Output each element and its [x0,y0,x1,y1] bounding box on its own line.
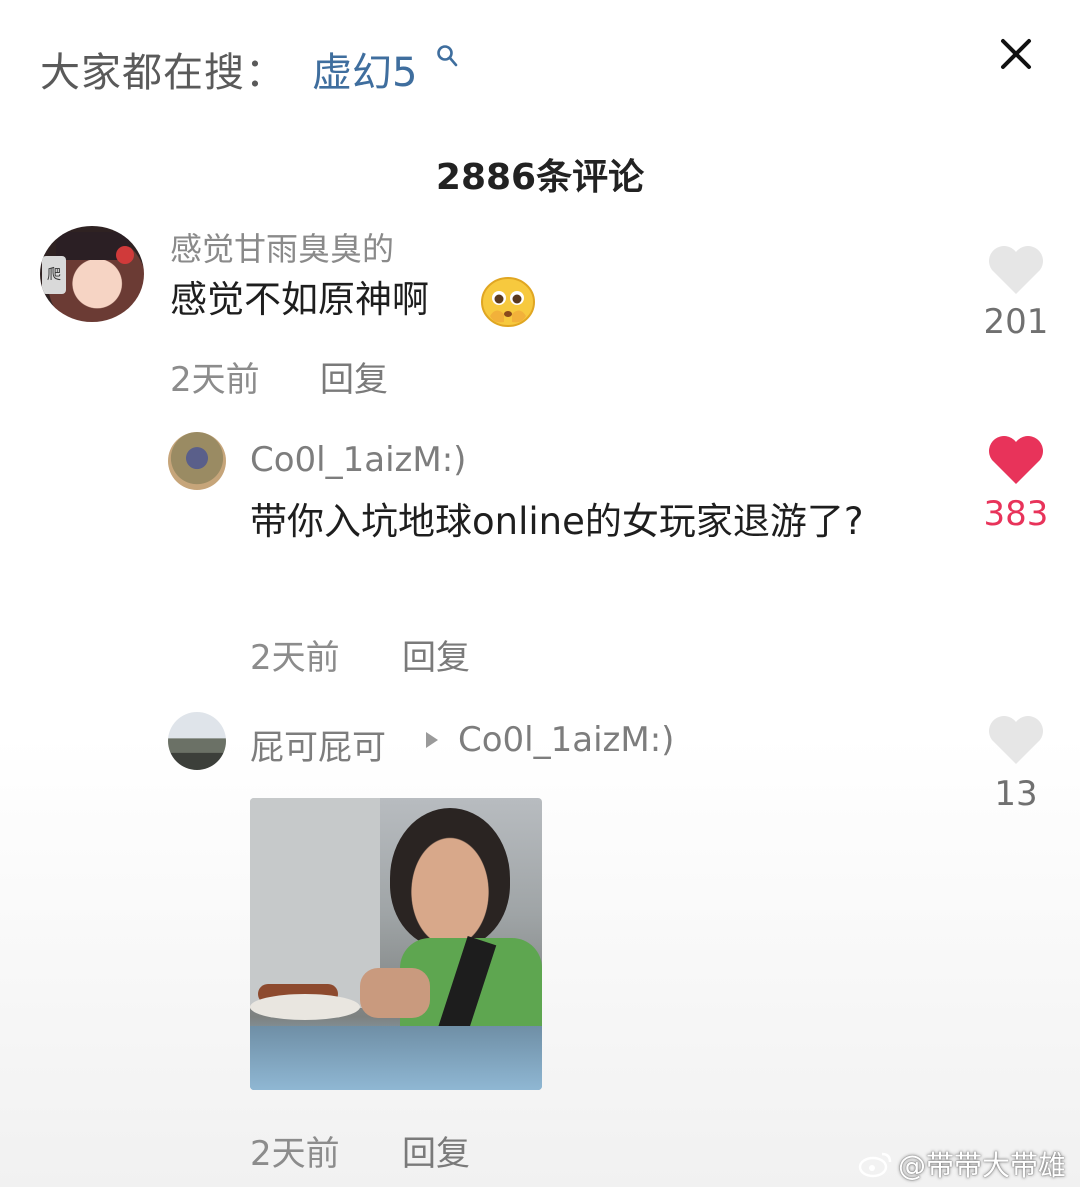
search-hint-term[interactable]: 虚幻5 [312,40,417,98]
heart-icon[interactable] [986,434,1046,486]
watermark-text: @带带大带雄 [898,1149,1067,1182]
comment-time: 2天前 [250,1134,340,1174]
avatar[interactable] [168,432,226,490]
weibo-icon [858,1152,892,1178]
comment-time: 2天前 [170,360,260,400]
pleading-face-emoji [481,277,535,327]
search-hint-prefix: 大家都在搜： [40,50,286,96]
comment-count-title: 2886条评论 [435,157,645,198]
comment-text: 感觉不如原神啊 [170,278,429,321]
comment-username[interactable]: 屁可屁可 [250,720,386,769]
comment-text: 带你入坑地球online的女玩家退游了? [250,500,864,543]
reply-to-username[interactable]: Co0l_1aizM:) [458,720,674,760]
reply-arrow-icon [426,732,438,748]
like-count: 13 [994,774,1038,814]
comment-username[interactable]: Co0l_1aizM:) [250,440,466,480]
like-count: 383 [983,494,1049,534]
close-icon[interactable] [998,36,1034,72]
reply-button[interactable]: 回复 [320,352,388,401]
comment-image[interactable] [250,798,542,1090]
reply-button[interactable]: 回复 [402,630,470,679]
like-count: 201 [983,302,1049,342]
avatar[interactable] [168,712,226,770]
reply-button[interactable]: 回复 [402,1126,470,1175]
search-icon[interactable] [436,44,458,68]
avatar[interactable]: 爬 [40,226,144,322]
comment-username[interactable]: 感觉甘雨臭臭的 [170,224,394,270]
comment-time: 2天前 [250,638,340,678]
heart-icon[interactable] [986,714,1046,766]
heart-icon[interactable] [986,244,1046,296]
